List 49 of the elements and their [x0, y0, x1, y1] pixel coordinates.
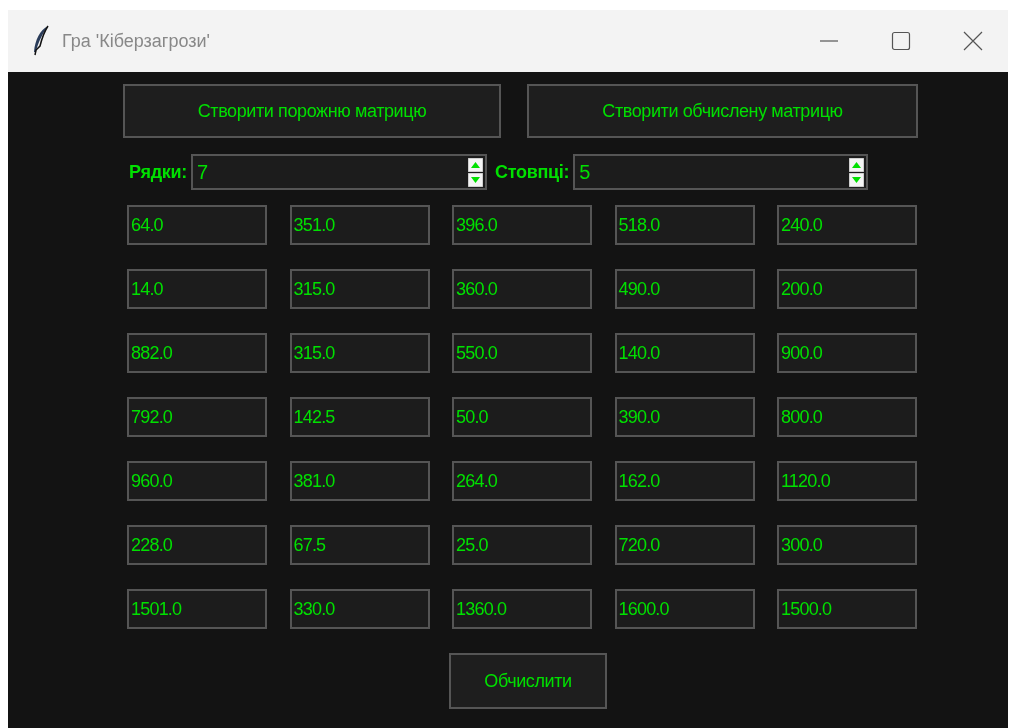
- matrix-cell[interactable]: 1500.0: [777, 589, 917, 629]
- matrix-cell[interactable]: 228.0: [127, 525, 267, 565]
- matrix-cell[interactable]: 300.0: [777, 525, 917, 565]
- matrix-cell[interactable]: 792.0: [127, 397, 267, 437]
- matrix-cell[interactable]: 1501.0: [127, 589, 267, 629]
- matrix-cell[interactable]: 900.0: [777, 333, 917, 373]
- matrix-cell[interactable]: 140.0: [614, 333, 755, 373]
- spinbox-field[interactable]: 5: [573, 154, 869, 190]
- down-arrow-icon[interactable]: [467, 172, 483, 187]
- maximize-icon[interactable]: [891, 31, 911, 51]
- matrix-cell[interactable]: 240.0: [777, 205, 917, 245]
- spinbox-label: Стовпці:: [494, 161, 570, 183]
- up-arrow-icon[interactable]: [849, 157, 865, 172]
- matrix-cell[interactable]: 490.0: [614, 269, 755, 309]
- create-matrix-button[interactable]: Створити обчислену матрицю: [527, 84, 918, 138]
- matrix-cell[interactable]: 50.0: [452, 397, 592, 437]
- matrix-cell[interactable]: 1360.0: [452, 589, 592, 629]
- matrix-cell[interactable]: 162.0: [614, 461, 755, 501]
- matrix-cell[interactable]: 315.0: [289, 269, 430, 309]
- matrix-cell[interactable]: 882.0: [127, 333, 267, 373]
- close-icon[interactable]: [963, 31, 983, 51]
- matrix-cell[interactable]: 67.5: [289, 525, 430, 565]
- matrix-cell[interactable]: 25.0: [452, 525, 592, 565]
- matrix-cell[interactable]: 360.0: [452, 269, 592, 309]
- up-arrow-icon[interactable]: [467, 157, 483, 172]
- matrix-cell[interactable]: 960.0: [127, 461, 267, 501]
- matrix-cell[interactable]: 264.0: [452, 461, 592, 501]
- window-title: Гра 'Кіберзагрози': [62, 30, 210, 52]
- create-matrix-button[interactable]: Створити порожню матрицю: [123, 84, 501, 138]
- matrix-cell[interactable]: 381.0: [289, 461, 430, 501]
- matrix-cell[interactable]: 1600.0: [614, 589, 755, 629]
- matrix-cell[interactable]: 351.0: [289, 205, 430, 245]
- matrix-cell[interactable]: 200.0: [777, 269, 917, 309]
- matrix-cell[interactable]: 800.0: [777, 397, 917, 437]
- calculate-button[interactable]: Обчислити: [449, 653, 607, 709]
- matrix-cell[interactable]: 720.0: [614, 525, 755, 565]
- matrix-cell[interactable]: 396.0: [452, 205, 592, 245]
- spinbox-field[interactable]: 7: [190, 154, 487, 190]
- down-arrow-icon[interactable]: [849, 172, 865, 187]
- spinbox-label: Рядки:: [129, 161, 187, 183]
- matrix-cell[interactable]: 550.0: [452, 333, 592, 373]
- matrix-cell[interactable]: 518.0: [614, 205, 755, 245]
- matrix-cell[interactable]: 390.0: [614, 397, 755, 437]
- matrix-cell[interactable]: 64.0: [127, 205, 267, 245]
- matrix-cell[interactable]: 1120.0: [777, 461, 917, 501]
- matrix-cell[interactable]: 330.0: [289, 589, 430, 629]
- matrix-cell[interactable]: 14.0: [127, 269, 267, 309]
- matrix-cell[interactable]: 315.0: [289, 333, 430, 373]
- matrix-cell[interactable]: 142.5: [289, 397, 430, 437]
